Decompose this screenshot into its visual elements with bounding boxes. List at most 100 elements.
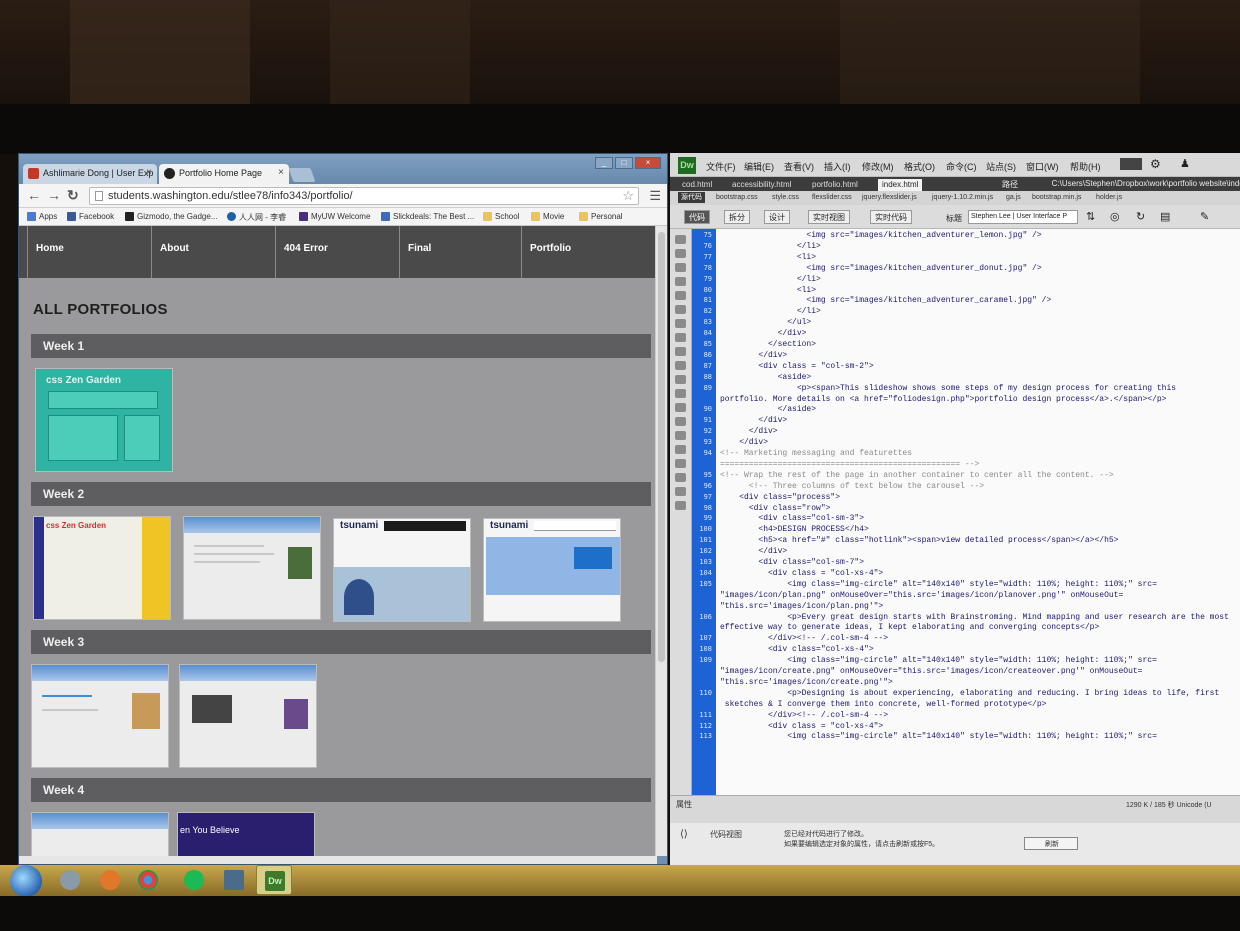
related-file[interactable]: jquery.flexslider.js <box>862 194 917 201</box>
code-line[interactable]: <p><span>This slideshow shows some steps… <box>720 384 1176 393</box>
code-line[interactable]: "this.src='images/icon/create.png'"> <box>720 678 893 687</box>
code-line[interactable]: <div class="col-xs-4"> <box>720 645 874 654</box>
code-line[interactable]: </div><!-- /.col-sm-4 --> <box>720 711 888 720</box>
code-line[interactable]: ========================================… <box>720 460 979 469</box>
coding-tool-icon[interactable] <box>675 487 686 496</box>
inspect-button[interactable]: 实时代码 <box>870 210 912 224</box>
bookmark-folder-personal[interactable]: Personal <box>579 212 623 221</box>
code-line[interactable]: <div class="col-sm-3"> <box>720 514 864 523</box>
properties-tab[interactable]: 属性 <box>676 799 692 810</box>
reload-icon[interactable]: ↻ <box>67 188 79 202</box>
code-line[interactable]: <aside> <box>720 373 812 382</box>
tab-close-icon[interactable]: × <box>278 167 284 178</box>
code-line[interactable]: effective way to generate ideas, I kept … <box>720 623 1099 632</box>
coding-tool-icon[interactable] <box>675 249 686 258</box>
portfolio-thumb-week3-2[interactable] <box>179 664 317 768</box>
coding-tool-icon[interactable] <box>675 333 686 342</box>
bookmark-facebook[interactable]: Facebook <box>67 212 114 221</box>
menu-modify[interactable]: 修改(M) <box>862 160 894 173</box>
related-source[interactable]: 源代码 <box>678 192 705 203</box>
related-file[interactable]: holder.js <box>1096 194 1122 201</box>
close-button[interactable]: × <box>635 157 661 169</box>
code-line[interactable]: </li> <box>720 275 821 284</box>
user-icon[interactable]: ♟ <box>1180 157 1190 170</box>
menu-insert[interactable]: 插入(I) <box>824 160 851 173</box>
related-file[interactable]: flexslider.css <box>812 194 852 201</box>
address-bar[interactable]: students.washington.edu/stlee78/info343/… <box>89 187 639 205</box>
code-line[interactable]: <li> <box>720 286 816 295</box>
code-line[interactable]: <!-- Marketing messaging and featurettes <box>720 449 912 458</box>
visual-aids-icon[interactable]: ✎ <box>1200 210 1209 223</box>
code-line[interactable]: <!-- Wrap the rest of the page in anothe… <box>720 471 1114 480</box>
globe-icon[interactable]: ◎ <box>1110 210 1120 223</box>
code-line[interactable]: </div> <box>720 427 778 436</box>
live-view-button[interactable]: 实时视图 <box>808 210 850 224</box>
layout-icon[interactable] <box>1120 158 1142 170</box>
code-line[interactable]: </div> <box>720 438 768 447</box>
coding-tool-icon[interactable] <box>675 417 686 426</box>
code-line[interactable]: </div> <box>720 547 787 556</box>
code-editor[interactable]: <img src="images/kitchen_adventurer_lemo… <box>716 229 1240 795</box>
code-line[interactable]: <h5><a href="#" class="hotlink"><span>vi… <box>720 536 1118 545</box>
bookmark-folder-school[interactable]: School <box>483 212 519 221</box>
nav-portfolio[interactable]: Portfolio <box>521 226 641 278</box>
bookmark-folder-movie[interactable]: Movie <box>531 212 564 221</box>
portfolio-thumb-tsunami-2[interactable]: tsunami <box>483 518 621 622</box>
taskbar-app[interactable] <box>52 865 88 895</box>
related-file[interactable]: bootstrap.css <box>716 194 758 201</box>
nav-about[interactable]: About <box>151 226 271 278</box>
taskbar-dreamweaver[interactable]: Dw <box>256 865 292 895</box>
related-file[interactable]: jquery-1.10.2.min.js <box>932 194 993 201</box>
code-line[interactable]: sketches & I converge them into concrete… <box>720 700 1047 709</box>
code-line[interactable]: </section> <box>720 340 816 349</box>
menu-file[interactable]: 文件(F) <box>706 160 736 173</box>
portfolio-thumb-blog[interactable] <box>183 516 321 620</box>
tab-portfolio-home[interactable]: Portfolio Home Page × <box>159 164 289 184</box>
tab-close-icon[interactable]: × <box>146 167 152 178</box>
code-line[interactable]: </aside> <box>720 405 816 414</box>
title-field[interactable]: Stephen Lee | User Interface P <box>968 210 1078 224</box>
portfolio-thumb-zen-garden[interactable]: css Zen Garden <box>35 368 173 472</box>
vertical-scrollbar[interactable] <box>655 226 667 856</box>
coding-tool-icon[interactable] <box>675 305 686 314</box>
coding-tool-icon[interactable] <box>675 445 686 454</box>
file-manage-icon[interactable]: ⇅ <box>1086 210 1095 223</box>
portfolio-thumb-week4-2[interactable]: en You Believe <box>177 812 315 856</box>
split-view-button[interactable]: 拆分 <box>724 210 750 224</box>
code-line[interactable]: "images/icon/create.png" onMouseOver="th… <box>720 667 1142 676</box>
code-line[interactable]: "this.src='images/icon/plan.png'"> <box>720 602 883 611</box>
nav-home[interactable]: Home <box>27 226 147 278</box>
code-view-button[interactable]: 代码 <box>684 210 710 224</box>
code-line[interactable]: <img class="img-circle" alt="140x140" st… <box>720 580 1157 589</box>
coding-tool-icon[interactable] <box>675 459 686 468</box>
code-line[interactable]: </li> <box>720 242 821 251</box>
bookmark-slickdeals[interactable]: Slickdeals: The Best ... <box>381 212 474 221</box>
code-line[interactable]: <div class = "col-sm-2"> <box>720 362 873 371</box>
code-line[interactable]: portfolio. More details on <a href="foli… <box>720 395 1166 404</box>
file-tab-accessibility[interactable]: accessibility.html <box>728 179 795 191</box>
menu-window[interactable]: 窗口(W) <box>1026 160 1059 173</box>
code-line[interactable]: <img class="img-circle" alt="140x140" st… <box>720 656 1157 665</box>
code-line[interactable]: "images/icon/plan.png" onMouseOver="this… <box>720 591 1123 600</box>
bookmark-renren[interactable]: 人人网 - 李睿 <box>227 212 286 223</box>
menu-view[interactable]: 查看(V) <box>784 160 814 173</box>
menu-commands[interactable]: 命令(C) <box>946 160 977 173</box>
menu-icon[interactable]: ☰ <box>649 188 661 204</box>
view-options-icon[interactable]: ▤ <box>1160 210 1170 223</box>
coding-tool-icon[interactable] <box>675 473 686 482</box>
coding-tool-icon[interactable] <box>675 501 686 510</box>
coding-tool-icon[interactable] <box>675 347 686 356</box>
code-line[interactable]: </div> <box>720 416 787 425</box>
portfolio-thumb-tsunami-1[interactable]: tsunami <box>333 518 471 622</box>
related-file[interactable]: style.css <box>772 194 799 201</box>
file-tab-cod[interactable]: cod.html <box>678 179 716 191</box>
taskbar-app[interactable] <box>176 865 212 895</box>
code-line[interactable]: <img src="images/kitchen_adventurer_cara… <box>720 296 1051 305</box>
code-line[interactable]: <div class = "col-xs-4"> <box>720 569 883 578</box>
portfolio-thumb-zen-garden-2[interactable]: css Zen Garden <box>33 516 171 620</box>
menu-edit[interactable]: 编辑(E) <box>744 160 774 173</box>
code-line[interactable]: </div> <box>720 351 787 360</box>
related-file[interactable]: ga.js <box>1006 194 1021 201</box>
coding-tool-icon[interactable] <box>675 375 686 384</box>
bookmark-apps[interactable]: Apps <box>27 212 57 221</box>
